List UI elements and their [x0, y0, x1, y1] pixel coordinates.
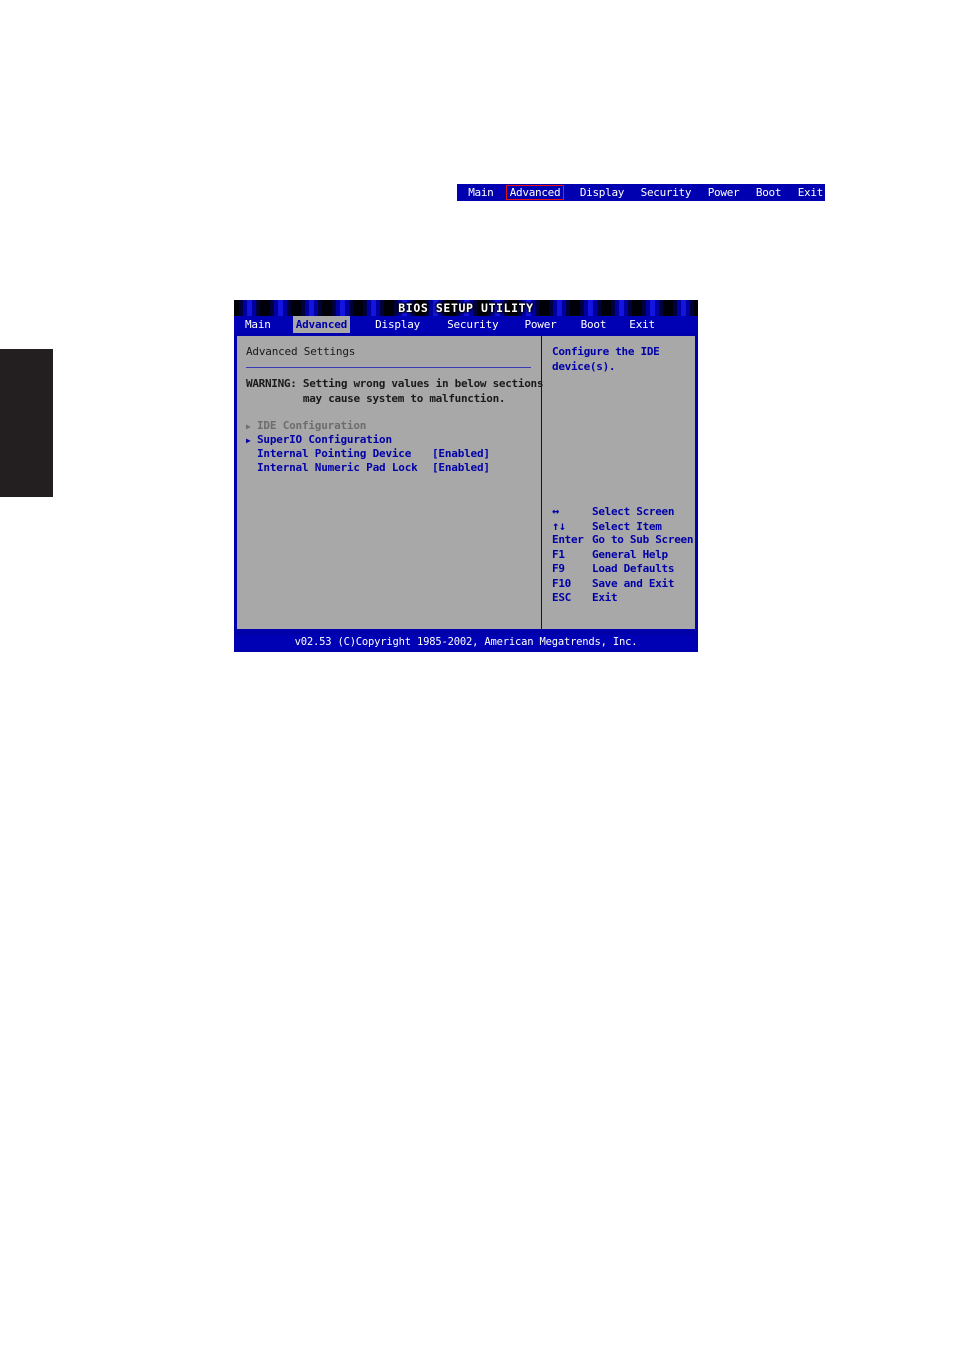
bios-body: Advanced Settings WARNING: Setting wrong…	[236, 335, 696, 630]
key-legend-label: Exit	[592, 591, 618, 604]
key-legend-label: Select Item	[592, 519, 662, 533]
bios-tab-boot[interactable]: Boot	[578, 316, 610, 333]
key-legend-row-esc: ESC Exit	[552, 591, 705, 606]
key-legend-label: Go to Sub Screen	[592, 533, 694, 546]
topnav-item-advanced[interactable]: Advanced	[505, 185, 565, 200]
menu-item-label: Internal Pointing Device	[257, 447, 412, 460]
menu-item-label: IDE Configuration	[257, 419, 367, 432]
topnav-item-main[interactable]: Main	[466, 184, 495, 201]
topnav-item-exit[interactable]: Exit	[796, 184, 825, 201]
key-legend: ↔ Select Screen ↑↓ Select Item Enter Go …	[552, 504, 705, 606]
bios-tab-security[interactable]: Security	[444, 316, 501, 333]
left-right-arrow-icon: ↔	[552, 504, 559, 518]
menu-item-internal-numeric-pad-lock[interactable]: Internal Numeric Pad Lock [Enabled]	[246, 461, 541, 475]
key-legend-row-enter: Enter Go to Sub Screen	[552, 533, 705, 548]
bios-tab-exit[interactable]: Exit	[626, 316, 658, 333]
menu-item-ide-configuration[interactable]: ▶ IDE Configuration	[246, 419, 541, 433]
menu-item-value[interactable]: [Enabled]	[432, 461, 490, 475]
bios-tab-display[interactable]: Display	[372, 316, 423, 333]
key-legend-key: F1	[552, 547, 565, 561]
settings-panel: Advanced Settings WARNING: Setting wrong…	[237, 336, 544, 629]
menu-item-superio-configuration[interactable]: ▶ SuperIO Configuration	[246, 433, 541, 447]
key-legend-key: F9	[552, 562, 565, 575]
bios-tab-main[interactable]: Main	[242, 316, 274, 333]
help-description: Configure the IDE device(s).	[552, 345, 660, 373]
page-edge-tab	[0, 349, 53, 497]
key-legend-row-f1: F1 General Help	[552, 548, 705, 563]
bios-title-bar: BIOS SETUP UTILITY	[234, 300, 698, 316]
help-panel: Configure the IDE device(s). ↔ Select Sc…	[542, 336, 695, 629]
menu-item-internal-pointing-device[interactable]: Internal Pointing Device [Enabled]	[246, 447, 541, 461]
key-legend-label: Save and Exit	[592, 576, 675, 590]
key-legend-label: Select Screen	[592, 505, 675, 518]
submenu-arrow-icon: ▶	[246, 422, 251, 431]
menu-item-label: Internal Numeric Pad Lock	[257, 461, 418, 474]
page-top-nav: Main Advanced Display Security Power Boo…	[457, 184, 825, 201]
menu-item-value[interactable]: [Enabled]	[432, 447, 490, 461]
bios-tab-power[interactable]: Power	[521, 316, 559, 333]
key-legend-row-select-screen: ↔ Select Screen	[552, 504, 705, 519]
topnav-item-display[interactable]: Display	[578, 184, 626, 201]
bios-footer-copyright: v02.53 (C)Copyright 1985-2002, American …	[236, 635, 696, 650]
bios-menu-tabs: Main Advanced Display Security Power Boo…	[234, 316, 698, 333]
bios-setup-screenshot: BIOS SETUP UTILITY Main Advanced Display…	[234, 300, 698, 652]
key-legend-key: F10	[552, 576, 571, 590]
bios-title: BIOS SETUP UTILITY	[398, 301, 534, 315]
key-legend-key: ESC	[552, 591, 571, 604]
key-legend-row-select-item: ↑↓ Select Item	[552, 519, 705, 534]
warning-message: WARNING: Setting wrong values in below s…	[246, 377, 544, 405]
key-legend-label: Load Defaults	[592, 562, 675, 575]
topnav-item-boot[interactable]: Boot	[754, 184, 783, 201]
menu-item-label: SuperIO Configuration	[257, 433, 392, 446]
bios-tab-advanced[interactable]: Advanced	[292, 316, 351, 333]
topnav-item-security[interactable]: Security	[639, 184, 694, 201]
section-title: Advanced Settings	[246, 345, 356, 358]
topnav-item-power[interactable]: Power	[706, 184, 742, 201]
up-down-arrow-icon: ↑↓	[552, 518, 566, 533]
section-divider	[246, 367, 531, 368]
settings-menu: ▶ IDE Configuration ▶ SuperIO Configurat…	[246, 419, 541, 475]
key-legend-key: Enter	[552, 533, 584, 546]
submenu-arrow-icon: ▶	[246, 436, 251, 445]
key-legend-row-f9: F9 Load Defaults	[552, 562, 705, 577]
key-legend-row-f10: F10 Save and Exit	[552, 577, 705, 592]
key-legend-label: General Help	[592, 547, 668, 561]
